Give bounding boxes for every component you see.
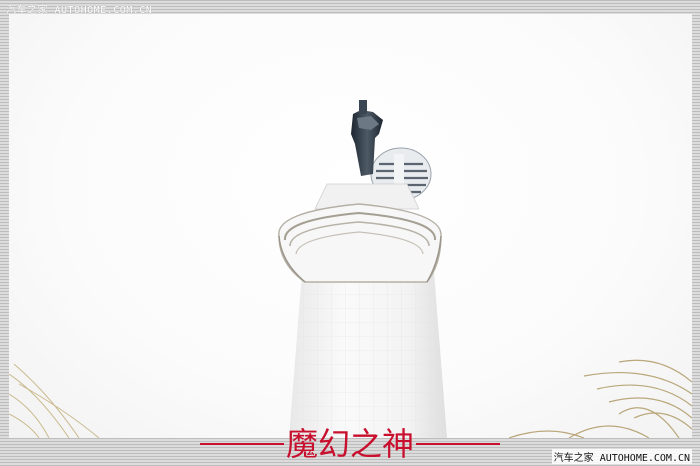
caption-rule-right bbox=[416, 443, 500, 445]
reed-grass-right bbox=[508, 359, 692, 438]
photo-area bbox=[9, 14, 692, 438]
watermark-bottom: 汽车之家 AUTOHOME.COM.CN bbox=[551, 449, 692, 464]
tower bbox=[278, 183, 447, 438]
caption-rule-left bbox=[199, 443, 284, 445]
caption-text: 魔幻之神 bbox=[285, 425, 414, 463]
reed-grass-left bbox=[9, 363, 100, 438]
lighthouse-scene bbox=[9, 100, 692, 438]
caption: 魔幻之神 bbox=[180, 424, 520, 464]
photo-frame: 汽车之家 AUTOHOME.COM.CN 魔幻之神 汽车之家 AUTOHOME.… bbox=[0, 0, 700, 466]
